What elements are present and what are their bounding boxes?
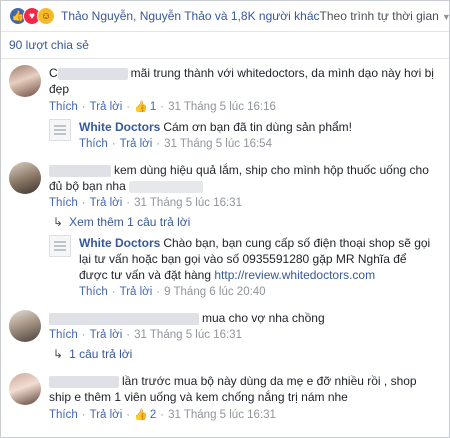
reply-button[interactable]: Trả lời [90, 329, 123, 341]
comment-time[interactable]: 31 Tháng 5 lúc 16:31 [134, 197, 242, 209]
view-replies-link[interactable]: ↳ 1 câu trả lời [49, 341, 441, 361]
page-reply: White Doctors Cám ơn bạn đã tin dùng sản … [49, 113, 441, 150]
comment: lần trước mua bộ này dùng da mẹ e đỡ nhi… [1, 361, 449, 421]
like-button[interactable]: Thích [49, 409, 78, 421]
reactions-bar: 👍 ♥ ☺ Thảo Nguyễn, Nguyễn Thảo và 1,8K n… [1, 1, 449, 32]
like-button[interactable]: Thích [49, 329, 78, 341]
commenter-name-initial[interactable]: C [49, 66, 58, 80]
comment-body: mua cho vợ nha chồng [202, 311, 325, 325]
reaction-icons[interactable]: 👍 ♥ ☺ [9, 7, 55, 25]
comment-actions: Thích · Trả lời · 31 Tháng 5 lúc 16:31 [49, 197, 242, 209]
avatar[interactable] [9, 373, 41, 405]
comment-text: Cmãi trung thành với whitedoctors, da mì… [49, 65, 441, 97]
page-avatar[interactable] [49, 235, 71, 257]
comment-time[interactable]: 31 Tháng 5 lúc 16:31 [134, 329, 242, 341]
blurred-name[interactable] [49, 164, 111, 177]
like-button[interactable]: Thích [49, 101, 78, 113]
view-more-replies-link[interactable]: ↳ Xem thêm 1 câu trả lời [49, 209, 441, 229]
comment-actions: Thích · Trả lời · 👍 1 · 31 Tháng 5 lúc 16:16 [49, 100, 276, 114]
reply-time[interactable]: 9 Tháng 6 lúc 20:40 [164, 286, 265, 298]
like-button[interactable]: Thích [49, 197, 78, 209]
avatar[interactable] [9, 162, 41, 194]
like-count[interactable]: 👍 1 [134, 100, 156, 114]
reply-button[interactable]: Trả lời [90, 197, 123, 209]
reply-button[interactable]: Trả lời [90, 101, 123, 113]
page-name-link[interactable]: White Doctors [79, 120, 160, 134]
reply-actions: Thích · Trả lời · 31 Tháng 5 lúc 16:54 [79, 138, 272, 150]
reply-button[interactable]: Trả lời [120, 286, 153, 298]
comment-actions: Thích · Trả lời · 👍 2 · 31 Tháng 5 lúc 16:31 [49, 408, 276, 422]
blurred-name[interactable] [49, 375, 119, 388]
reply-button[interactable]: Trả lời [90, 409, 123, 421]
page-reply: White Doctors Chào bạn, bạn cung cấp số đ… [49, 229, 441, 298]
blurred-name[interactable] [57, 67, 128, 80]
reply-actions: Thích · Trả lời · 9 Tháng 6 lúc 20:40 [79, 286, 266, 298]
comment-list: Cmãi trung thành với whitedoctors, da mì… [1, 59, 449, 437]
comment-time[interactable]: 31 Tháng 5 lúc 16:31 [168, 409, 276, 421]
comment: Cmãi trung thành với whitedoctors, da mì… [1, 59, 449, 150]
comment-text: lần trước mua bộ này dùng da mẹ e đỡ nhi… [49, 373, 441, 405]
blurred-phone [128, 180, 203, 193]
comment-time[interactable]: 31 Tháng 5 lúc 16:16 [168, 101, 276, 113]
haha-icon: ☺ [37, 7, 55, 25]
comment-text: mua cho vợ nha chồng [49, 310, 441, 326]
sort-label: Theo trình tự thời gian [319, 9, 439, 23]
reply-text: White Doctors Cám ơn bạn đã tin dùng sản … [79, 119, 433, 135]
reply-arrow-icon: ↳ [53, 347, 64, 361]
reply-text: White Doctors Chào bạn, bạn cung cấp số đ… [79, 235, 433, 283]
thumbs-up-icon: 👍 [134, 409, 148, 421]
like-count[interactable]: 👍 2 [134, 408, 156, 422]
reply-body: Cám ơn bạn đã tin dùng sản phẩm! [163, 120, 352, 134]
avatar[interactable] [9, 65, 41, 97]
comment: kem dùng hiệu quả lắm, ship cho mình hộp… [1, 150, 449, 298]
avatar[interactable] [9, 310, 41, 342]
chevron-down-icon: ▼ [441, 12, 450, 22]
comment-actions: Thích · Trả lời · 31 Tháng 5 lúc 16:31 [49, 329, 242, 341]
page-avatar[interactable] [49, 119, 71, 141]
blurred-name[interactable] [49, 312, 199, 325]
comment-text: kem dùng hiệu quả lắm, ship cho mình hộp… [49, 162, 441, 194]
sort-dropdown[interactable]: Theo trình tự thời gian ▼ [319, 9, 450, 23]
likers-link[interactable]: Thảo Nguyễn, Nguyễn Thảo và 1,8K người k… [61, 9, 320, 23]
like-button[interactable]: Thích [79, 286, 108, 298]
website-link[interactable]: http://review.whitedoctors.com [214, 268, 375, 282]
reply-time[interactable]: 31 Tháng 5 lúc 16:54 [164, 138, 272, 150]
page-name-link[interactable]: White Doctors [79, 236, 160, 250]
like-button[interactable]: Thích [79, 138, 108, 150]
comments-panel: 👍 ♥ ☺ Thảo Nguyễn, Nguyễn Thảo và 1,8K n… [0, 0, 450, 438]
reply-arrow-icon: ↳ [53, 215, 64, 229]
reply-button[interactable]: Trả lời [120, 138, 153, 150]
thumbs-up-icon: 👍 [134, 101, 148, 113]
shares-link[interactable]: 90 lượt chia sẻ [1, 32, 449, 59]
comment: mua cho vợ nha chồng Thích · Trả lời · 31 … [1, 298, 449, 361]
